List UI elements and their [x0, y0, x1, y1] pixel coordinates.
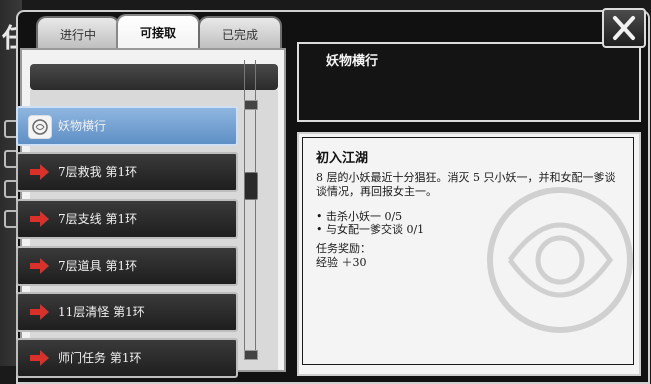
scrollbar-thumb[interactable] [244, 172, 258, 200]
quest-label: 7层道具 第1环 [58, 259, 138, 273]
quest-label: 师门任务 第1环 [58, 351, 142, 365]
red-arrow-icon [30, 211, 49, 227]
quest-item-3[interactable]: 7层道具 第1环 [16, 246, 238, 286]
list-header [30, 64, 278, 90]
quest-item-0[interactable]: 妖物横行 [16, 106, 238, 146]
close-icon [613, 16, 635, 40]
scrollbar-bottom-cap [244, 350, 258, 360]
quest-label: 7层救我 第1环 [58, 165, 138, 179]
quest-detail-title: 初入江湖 [316, 151, 369, 166]
tab-completed[interactable]: 已完成 [198, 16, 282, 50]
quest-label: 妖物横行 [58, 119, 107, 133]
reward-value: 经验 ＋30 [316, 256, 367, 269]
scrollbar-top-cap [244, 100, 258, 110]
red-arrow-icon [30, 304, 49, 320]
quest-title: 妖物横行 [326, 54, 379, 69]
close-button[interactable] [602, 8, 646, 48]
scroll-icon [28, 115, 52, 139]
quest-item-4[interactable]: 11层清怪 第1环 [16, 292, 238, 332]
quest-item-2[interactable]: 7层支线 第1环 [16, 199, 238, 239]
red-arrow-icon [30, 164, 49, 180]
quest-description: 8 层的小妖最近十分猖狂。消灭 5 只小妖一，并和女配一爹谈谈情况，再回报女主一… [316, 171, 616, 198]
quest-objective: • 与女配一爹交谈 0/1 [316, 223, 425, 236]
quest-item-5[interactable]: 师门任务 第1环 [16, 338, 238, 378]
quest-item-1[interactable]: 7层救我 第1环 [16, 152, 238, 192]
quest-label: 11层清怪 第1环 [58, 305, 145, 319]
quest-label: 7层支线 第1环 [58, 212, 138, 226]
tab-available[interactable]: 可接取 [116, 14, 200, 52]
red-arrow-icon [30, 258, 49, 274]
tab-in-progress[interactable]: 进行中 [36, 16, 120, 50]
